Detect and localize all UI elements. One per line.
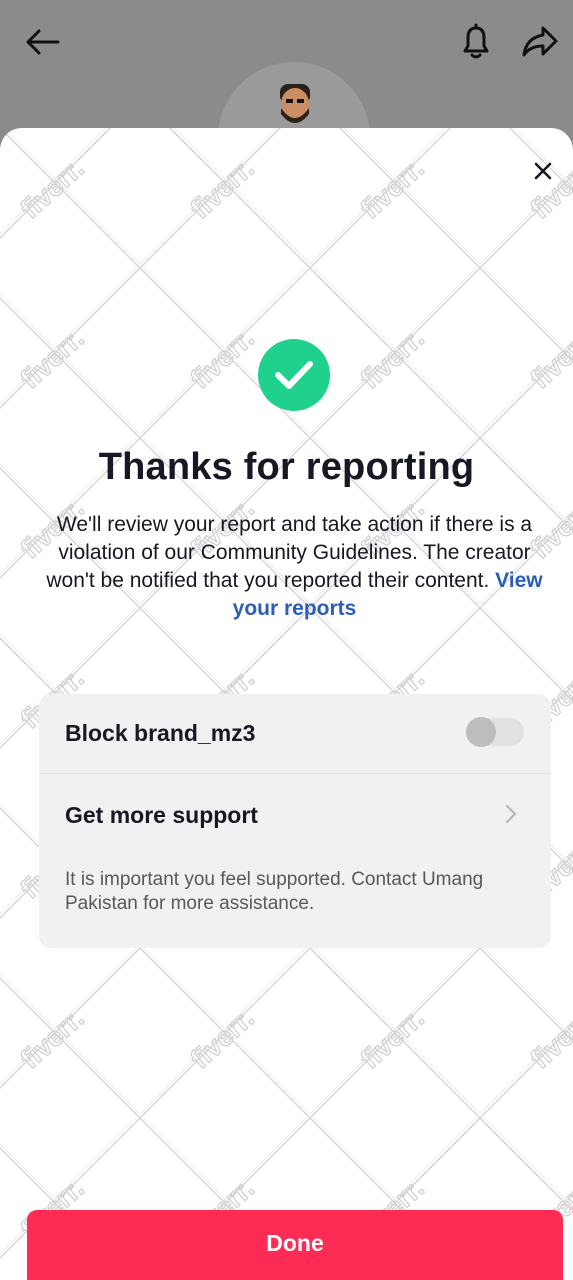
block-user-label: Block brand_mz3 (65, 720, 256, 746)
chevron-right-icon (501, 800, 521, 828)
share-arrow-icon (522, 26, 558, 57)
success-badge (258, 339, 330, 411)
description-text: We'll review your report and take action… (46, 513, 533, 592)
get-more-support-row[interactable]: Get more support It is important you fee… (39, 776, 551, 948)
toggle-knob (466, 717, 496, 747)
report-description: We'll review your report and take action… (36, 511, 553, 623)
block-user-toggle[interactable] (466, 717, 524, 747)
close-icon (534, 162, 552, 180)
block-user-row: Block brand_mz3 (39, 694, 551, 774)
back-arrow-icon (26, 29, 60, 55)
support-label: Get more support (65, 802, 258, 828)
back-button[interactable] (20, 20, 64, 64)
sheet-title: Thanks for reporting (98, 446, 475, 488)
done-button[interactable]: Done (27, 1210, 563, 1280)
check-icon (275, 361, 313, 389)
bell-icon (463, 23, 489, 59)
options-card: Block brand_mz3 Get more support It is i… (39, 694, 551, 948)
support-description: It is important you feel supported. Cont… (65, 869, 484, 914)
close-button[interactable] (526, 154, 560, 188)
notification-button[interactable] (454, 20, 498, 64)
report-confirmation-sheet: fiverr. Thanks for reporting We'll revie… (0, 128, 573, 1280)
profile-header (0, 0, 573, 214)
share-button[interactable] (518, 20, 562, 64)
